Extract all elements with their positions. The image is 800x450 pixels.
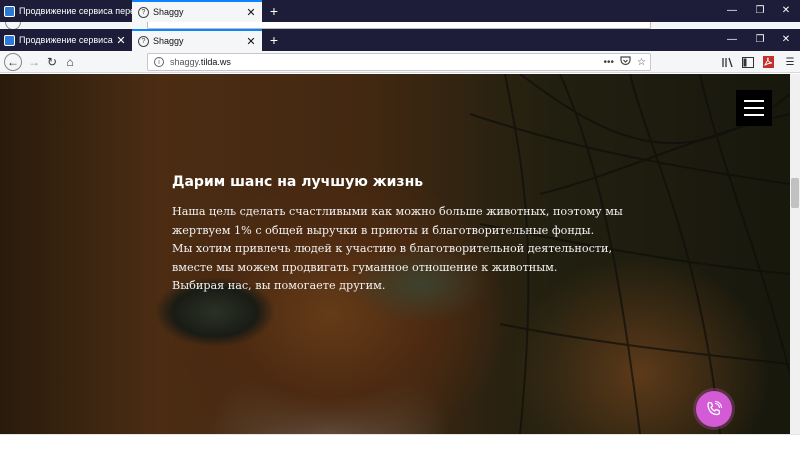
- url-host: tilda.ws: [200, 57, 231, 67]
- tabstrip: Продвижение сервиса перед ✕ ? Shaggy ✕ +…: [0, 29, 800, 51]
- restore-icon[interactable]: ❐: [746, 0, 774, 22]
- tab-title: Продвижение сервиса перед: [19, 35, 114, 45]
- hamburger-icon[interactable]: [736, 90, 772, 126]
- site-info-icon[interactable]: i: [154, 57, 164, 67]
- hero-text-line: Мы хотим привлечь людей к участию в благ…: [172, 242, 613, 256]
- new-tab-button[interactable]: +: [266, 29, 282, 51]
- site-favicon-icon: ?: [138, 6, 149, 18]
- tab-title: Shaggy: [153, 7, 184, 17]
- close-tab-icon[interactable]: ✕: [114, 34, 128, 47]
- page-scrollbar[interactable]: [790, 74, 800, 434]
- site-favicon-icon: ?: [138, 35, 149, 47]
- tab-background-promo[interactable]: Продвижение сервиса перед: [0, 0, 132, 22]
- pdf-icon[interactable]: [760, 53, 776, 71]
- close-tab-icon[interactable]: ✕: [244, 35, 258, 48]
- hero-text-line: Выбирая нас, вы помогаете другим.: [172, 279, 386, 293]
- back-arrow-icon[interactable]: ←: [4, 53, 22, 71]
- hero-text-line: Наша цель сделать счастливыми как можно …: [172, 205, 623, 218]
- pocket-icon[interactable]: [620, 55, 631, 69]
- nav-toolbar: ← → ↻ ⌂ i shaggy. tilda.ws ••• ☆ ☰: [0, 51, 800, 73]
- close-window-icon[interactable]: ✕: [772, 29, 800, 51]
- back-arrow-icon: [5, 22, 21, 29]
- tilda-favicon-icon: [4, 34, 15, 46]
- new-tab-button[interactable]: +: [266, 0, 282, 22]
- minimize-icon[interactable]: —: [718, 0, 746, 22]
- close-window-icon[interactable]: ✕: [772, 0, 800, 22]
- forward-arrow-icon[interactable]: →: [25, 53, 43, 71]
- call-button[interactable]: [696, 391, 732, 427]
- minimize-icon[interactable]: —: [718, 29, 746, 51]
- hero-title: Дарим шанс на лучшую жизнь: [172, 174, 424, 190]
- scrollbar-thumb[interactable]: [791, 178, 799, 208]
- next-section-edge: [0, 434, 800, 450]
- hero-text-line: жертвуем 1% с общей выручки в приюты и б…: [172, 223, 595, 237]
- library-icon[interactable]: [720, 53, 736, 71]
- bookmark-star-icon[interactable]: ☆: [637, 57, 646, 68]
- background-window-toolbar: [0, 22, 800, 29]
- tab-title: Продвижение сервиса перед: [19, 6, 132, 16]
- tilda-favicon-icon: [4, 5, 15, 17]
- url-bar[interactable]: i shaggy. tilda.ws ••• ☆: [147, 53, 651, 71]
- tab-title: Shaggy: [153, 36, 184, 46]
- page-actions-icon[interactable]: •••: [604, 57, 615, 68]
- background-url-bar: [147, 22, 651, 29]
- background-window-tabstrip: Продвижение сервиса перед ? Shaggy ✕ + —…: [0, 0, 800, 22]
- tab-background-shaggy[interactable]: ? Shaggy ✕: [132, 0, 262, 22]
- url-prefix: shaggy.: [170, 57, 201, 67]
- phone-icon: [707, 400, 723, 416]
- reload-icon[interactable]: ↻: [43, 53, 61, 71]
- hero-text-line: вместе мы можем продвигать гуманное отно…: [172, 260, 558, 274]
- tab-shaggy[interactable]: ? Shaggy ✕: [132, 29, 262, 51]
- hero-description: Наша цель сделать счастливыми как можно …: [172, 203, 623, 296]
- hero-section: Дарим шанс на лучшую жизнь Наша цель сде…: [0, 74, 790, 434]
- tab-promo[interactable]: Продвижение сервиса перед ✕: [0, 29, 132, 51]
- restore-icon[interactable]: ❐: [746, 29, 774, 51]
- menu-icon[interactable]: ☰: [782, 53, 798, 71]
- home-icon[interactable]: ⌂: [61, 53, 79, 71]
- close-tab-icon[interactable]: ✕: [244, 6, 258, 19]
- sidebar-icon[interactable]: [740, 53, 756, 71]
